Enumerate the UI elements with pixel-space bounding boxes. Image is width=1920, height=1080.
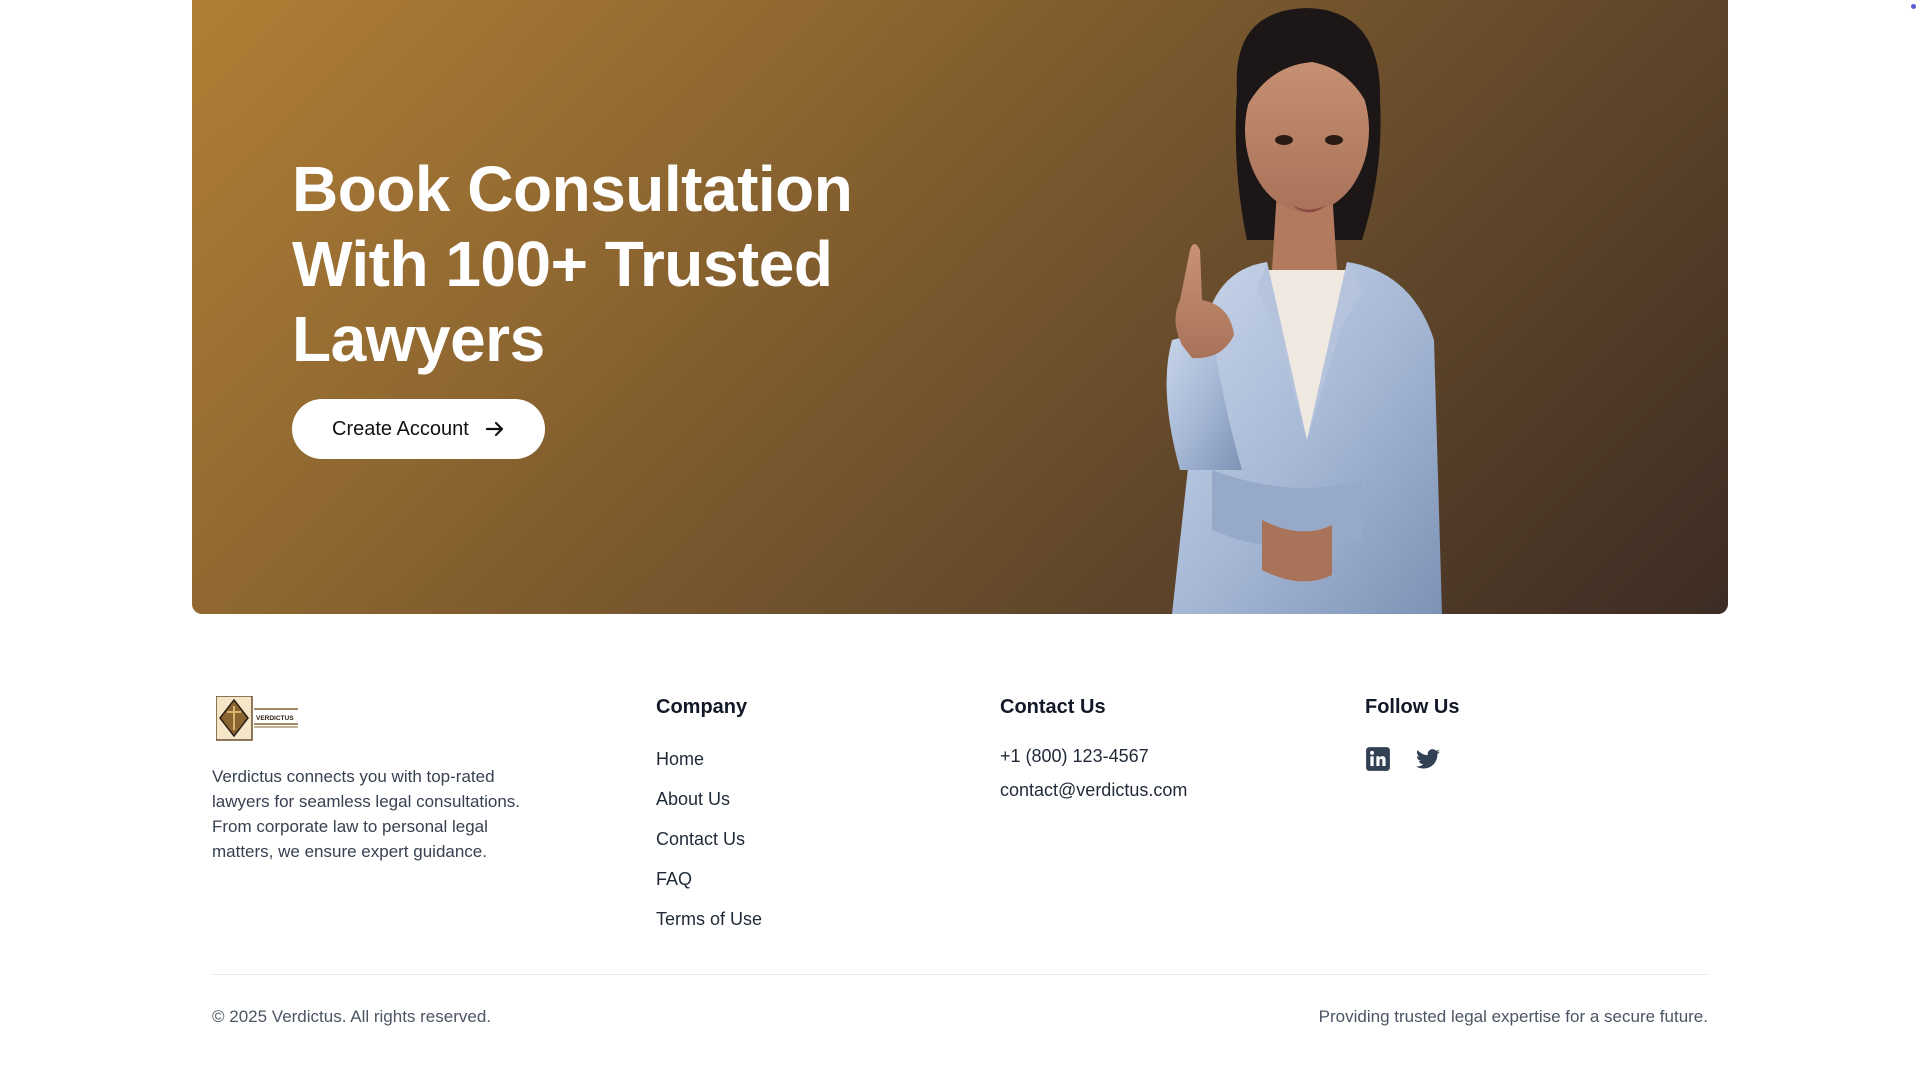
company-heading: Company <box>656 696 748 718</box>
footer-link-terms-of-use[interactable]: Terms of Use <box>656 908 762 948</box>
hero-banner: Book Consultation With 100+ Trusted Lawy… <box>192 0 1728 614</box>
footer-link-contact-us[interactable]: Contact Us <box>656 828 762 868</box>
footer-link-faq[interactable]: FAQ <box>656 868 762 908</box>
page: Book Consultation With 100+ Trusted Lawy… <box>0 0 1920 1080</box>
footer-divider <box>212 974 1708 975</box>
twitter-icon[interactable] <box>1415 746 1441 772</box>
footer-link-home[interactable]: Home <box>656 748 762 788</box>
hero-title-line: Lawyers <box>292 303 545 375</box>
follow-heading: Follow Us <box>1365 696 1460 718</box>
footer-link-about-us[interactable]: About Us <box>656 788 762 828</box>
hero-title-line: With 100+ Trusted <box>292 228 833 300</box>
contact-email[interactable]: contact@verdictus.com <box>1000 780 1187 801</box>
contact-phone[interactable]: +1 (800) 123-4567 <box>1000 746 1149 767</box>
status-dot <box>1911 4 1916 9</box>
hero-title-line: Book Consultation <box>292 153 853 225</box>
logo-wordmark: VERDICTUS <box>256 715 294 722</box>
social-links <box>1365 746 1441 772</box>
footer-about-text: Verdictus connects you with top-rated la… <box>212 767 521 861</box>
linkedin-icon[interactable] <box>1365 746 1391 772</box>
verdictus-logo[interactable]: VERDICTUS <box>216 696 300 742</box>
contact-heading: Contact Us <box>1000 696 1106 718</box>
hero-title: Book Consultation With 100+ Trusted Lawy… <box>292 152 912 377</box>
create-account-label: Create Account <box>332 417 469 440</box>
footer-tagline: Providing trusted legal expertise for a … <box>1318 1007 1708 1026</box>
lawyer-portrait-image <box>1166 8 1442 614</box>
create-account-button[interactable]: Create Account <box>292 399 545 459</box>
company-links: Home About Us Contact Us FAQ Terms of Us… <box>656 748 762 948</box>
copyright-text: © 2025 Verdictus. All rights reserved. <box>212 1007 491 1026</box>
arrow-right-icon <box>485 421 503 437</box>
